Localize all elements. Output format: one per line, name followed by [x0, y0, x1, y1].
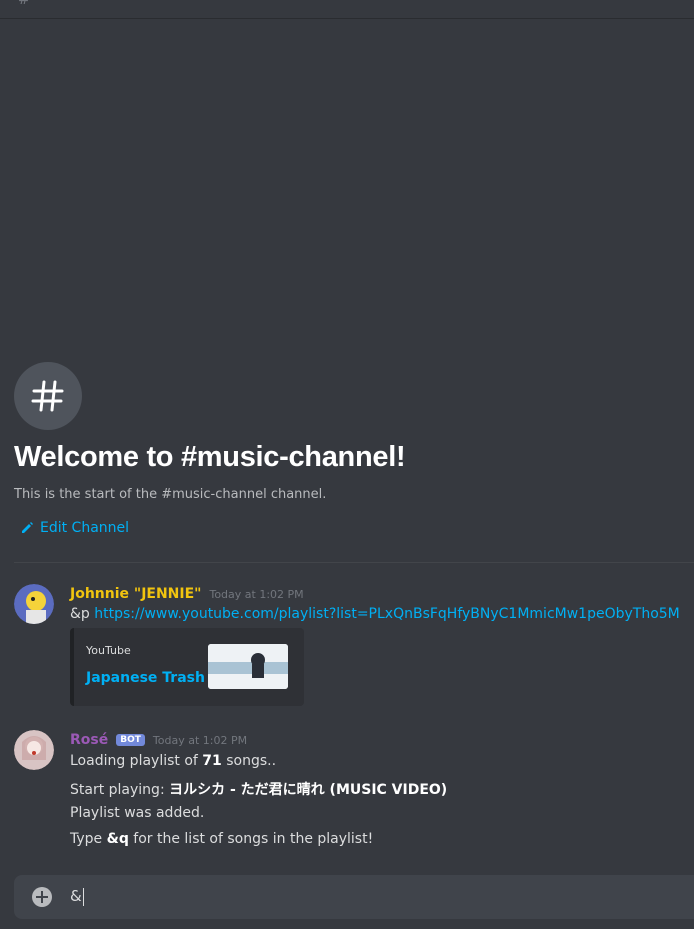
text: songs.. — [221, 753, 277, 769]
youtube-embed: YouTube Japanese Trash — [70, 628, 304, 706]
text: Type — [70, 831, 107, 847]
username[interactable]: Johnnie "JENNIE" — [70, 586, 201, 602]
divider — [14, 562, 694, 563]
channel-header: # — [0, 0, 694, 19]
add-attachment-icon[interactable] — [32, 887, 52, 907]
timestamp: Today at 1:02 PM — [152, 734, 248, 747]
bot-tag: BOT — [116, 734, 145, 746]
message-content: &p https://www.youtube.com/playlist?list… — [70, 606, 680, 622]
song-title: ヨルシカ - ただ君に晴れ (MUSIC VIDEO) — [169, 782, 448, 798]
text: for the list of songs in the playlist! — [128, 831, 374, 847]
text: Loading playlist of — [70, 753, 203, 769]
text: Start playing: — [70, 782, 170, 798]
username[interactable]: Rosé — [70, 732, 108, 748]
message-line: Loading playlist of 71 songs.. — [70, 753, 276, 769]
command-prefix: &p — [70, 606, 90, 622]
channel-hash-icon: # — [18, 0, 30, 8]
song-count: 71 — [202, 753, 222, 769]
embed-provider[interactable]: YouTube — [86, 644, 131, 657]
embed-thumbnail[interactable] — [208, 644, 288, 689]
timestamp: Today at 1:02 PM — [209, 588, 304, 601]
avatar[interactable] — [14, 584, 54, 624]
message-header: Johnnie "JENNIE" Today at 1:02 PM — [70, 586, 304, 602]
playlist-link[interactable]: https://www.youtube.com/playlist?list=PL… — [94, 606, 679, 622]
command-code: &q — [106, 831, 129, 847]
message-line: Playlist was added. — [70, 805, 205, 821]
message-input[interactable]: & — [70, 887, 84, 906]
message-line: Start playing: ヨルシカ - ただ君に晴れ (MUSIC VIDE… — [70, 779, 447, 799]
text-caret — [82, 887, 84, 906]
welcome-subtitle: This is the start of the #music-channel … — [14, 487, 327, 502]
message-line: Type &q for the list of songs in the pla… — [70, 831, 373, 847]
embed-title[interactable]: Japanese Trash — [86, 670, 205, 686]
channel-hash-icon — [14, 362, 82, 430]
welcome-title: Welcome to #music-channel! — [14, 441, 406, 473]
message-header: Rosé BOT Today at 1:02 PM — [70, 732, 247, 748]
message-composer[interactable]: & — [14, 875, 694, 919]
edit-channel-label: Edit Channel — [40, 520, 130, 536]
edit-channel-button[interactable]: Edit Channel — [20, 520, 129, 536]
avatar[interactable] — [14, 730, 54, 770]
pencil-icon — [22, 522, 33, 533]
